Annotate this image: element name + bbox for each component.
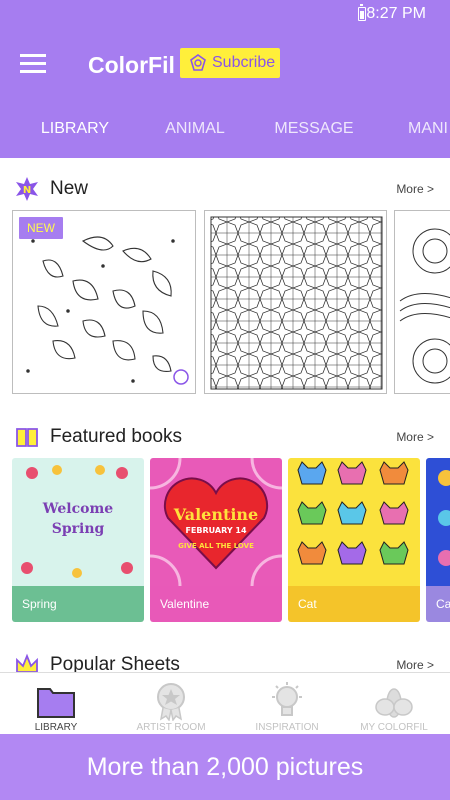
- section-featured-title: Featured books: [50, 426, 183, 447]
- status-bar: 8:27 PM: [0, 0, 450, 28]
- menu-icon[interactable]: [20, 52, 46, 74]
- crown-icon: [16, 653, 38, 672]
- nav-inspiration-label: INSPIRATION: [255, 722, 319, 733]
- section-new-header: N New More >: [0, 174, 450, 204]
- tab-animal[interactable]: ANIMAL: [122, 100, 268, 158]
- section-featured-header: Featured books More >: [0, 422, 450, 452]
- library-content: N New More > NEW Featured books More > W…: [0, 158, 450, 672]
- sheet-flowers[interactable]: [394, 210, 450, 394]
- star-pattern-artwork: [210, 216, 383, 390]
- book-partial[interactable]: Ca: [426, 458, 450, 622]
- partial-cover-art: [426, 458, 450, 586]
- svg-text:N: N: [23, 185, 31, 196]
- book-label: Valentine: [150, 586, 282, 622]
- section-popular-more-link[interactable]: More >: [396, 658, 434, 672]
- promo-banner[interactable]: More than 2,000 pictures: [0, 734, 450, 800]
- book-icon: [16, 428, 38, 447]
- nav-my-colorfil-label: MY COLORFIL: [360, 722, 428, 733]
- section-featured-more-link[interactable]: More >: [396, 430, 434, 444]
- gem-icon: [190, 54, 206, 71]
- tab-mandala[interactable]: MANI: [408, 100, 450, 158]
- nav-inspiration[interactable]: INSPIRATION: [231, 673, 343, 735]
- app-title: ColorFil: [88, 52, 175, 78]
- battery-icon: [358, 4, 366, 21]
- valentine-art-date: FEBRUARY 14: [185, 526, 246, 535]
- book-cat[interactable]: Cat: [288, 458, 420, 622]
- flowers-artwork: [399, 228, 450, 384]
- nav-library-label: LIBRARY: [34, 722, 78, 733]
- tab-message[interactable]: MESSAGE: [254, 100, 374, 158]
- folder-icon: [37, 688, 75, 718]
- status-time: 8:27 PM: [366, 5, 426, 22]
- spring-art-line-1: Welcome: [42, 501, 113, 517]
- nav-library[interactable]: LIBRARY: [0, 673, 112, 735]
- section-popular-title: Popular Sheets: [50, 654, 180, 672]
- section-new-more-link[interactable]: More >: [396, 182, 434, 196]
- new-n-badge-icon: N: [16, 177, 38, 201]
- app-bar: ColorFil Subcribe: [0, 28, 450, 100]
- book-label: Spring: [12, 586, 144, 622]
- book-label: Cat: [288, 586, 420, 622]
- book-spring[interactable]: Welcome Spring Spring: [12, 458, 144, 622]
- spring-art-line-2: Spring: [52, 521, 105, 537]
- lotus-icon: [375, 688, 413, 718]
- valentine-art-title: Valentine: [173, 505, 258, 524]
- section-new-title: New: [50, 178, 89, 199]
- sheet-seashells[interactable]: NEW: [12, 210, 196, 394]
- star-medal-icon: [157, 683, 185, 721]
- lightbulb-icon: [272, 682, 302, 716]
- book-label: Ca: [426, 586, 450, 622]
- book-valentine[interactable]: Valentine FEBRUARY 14 GIVE ALL THE LOVE …: [150, 458, 282, 622]
- section-popular-header: Popular Sheets More >: [0, 650, 450, 672]
- subscribe-button[interactable]: Subcribe: [180, 48, 280, 78]
- new-badge: NEW: [19, 217, 63, 239]
- nav-artist-room-label: ARTIST ROOM: [136, 722, 206, 733]
- bottom-navigation: LIBRARY ARTIST ROOM INSPIRATION MY COLOR…: [0, 672, 450, 734]
- valentine-art-tagline: GIVE ALL THE LOVE: [178, 542, 254, 550]
- sheet-star-pattern[interactable]: [204, 210, 387, 394]
- spring-cover-art: Welcome Spring: [12, 458, 144, 586]
- subscribe-label: Subcribe: [212, 54, 276, 71]
- cat-cover-art: [288, 458, 420, 586]
- nav-artist-room[interactable]: ARTIST ROOM: [115, 673, 227, 735]
- valentine-cover-art: Valentine FEBRUARY 14 GIVE ALL THE LOVE: [150, 458, 282, 586]
- category-tabs: LIBRARY ANIMAL MESSAGE MANI: [0, 100, 450, 158]
- nav-my-colorfil[interactable]: MY COLORFIL: [338, 673, 450, 735]
